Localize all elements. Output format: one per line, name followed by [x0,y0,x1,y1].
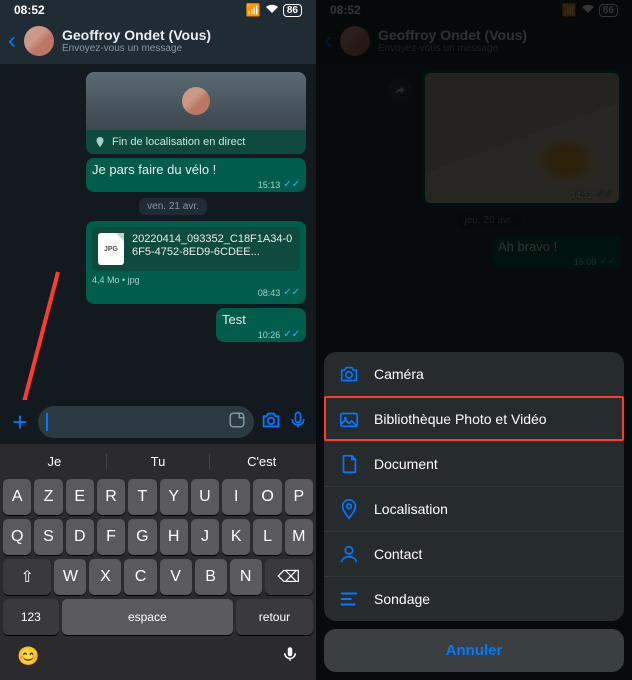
annotation-arrow [6,272,66,400]
suggestion[interactable]: C'est [210,454,313,469]
keyboard-suggestions: Je Tu C'est [3,448,313,475]
message-time: 15:13 [258,180,281,190]
attachment-menu: Caméra Bibliothèque Photo et Vidéo Docum… [324,352,624,621]
message-time: 08:43 [258,288,281,298]
menu-label: Bibliothèque Photo et Vidéo [374,411,547,427]
menu-item-photo-library[interactable]: Bibliothèque Photo et Vidéo [324,396,624,441]
message-text: Test [222,312,246,327]
menu-label: Document [374,456,438,472]
key-g[interactable]: G [128,519,156,555]
key-a[interactable]: A [3,479,31,515]
location-map-preview [86,72,306,130]
menu-label: Caméra [374,366,424,382]
contact-name[interactable]: Geoffroy Ondet (Vous) [62,27,211,43]
numeric-key[interactable]: 123 [3,599,59,635]
key-m[interactable]: M [285,519,313,555]
read-ticks-icon: ✓✓ [283,329,300,340]
signal-icon: 📶 [246,3,261,17]
status-time: 08:52 [14,3,45,17]
return-key[interactable]: retour [236,599,313,635]
key-e[interactable]: E [66,479,94,515]
key-h[interactable]: H [160,519,188,555]
menu-item-location[interactable]: Localisation [324,486,624,531]
key-w[interactable]: W [54,559,86,595]
status-bar: 08:52 📶 86 [0,0,316,20]
battery-indicator: 86 [283,4,302,17]
key-k[interactable]: K [222,519,250,555]
key-u[interactable]: U [191,479,219,515]
document-meta: 4,4 Mo • jpg [92,275,300,285]
key-c[interactable]: C [124,559,156,595]
key-v[interactable]: V [160,559,192,595]
attachment-sheet: Caméra Bibliothèque Photo et Vidéo Docum… [316,344,632,680]
key-b[interactable]: B [195,559,227,595]
wifi-icon [265,3,279,17]
message-text: Je pars faire du vélo ! [92,162,216,177]
backspace-key[interactable]: ⌫ [265,559,313,595]
suggestion[interactable]: Tu [107,454,211,469]
camera-button[interactable] [260,409,282,436]
contact-avatar[interactable] [24,26,54,56]
menu-item-contact[interactable]: Contact [324,531,624,576]
message-bubble[interactable]: Test 10:26✓✓ [216,308,306,342]
cancel-button[interactable]: Annuler [324,629,624,672]
menu-item-poll[interactable]: Sondage [324,576,624,621]
keyboard: Je Tu C'est AZERTYUIOP QSDFGHJKLM ⇧ WXCV… [0,444,316,680]
key-j[interactable]: J [191,519,219,555]
location-bubble[interactable]: Fin de localisation en direct [86,72,306,154]
attach-plus-button[interactable]: + [8,407,32,438]
suggestion[interactable]: Je [3,454,107,469]
back-button[interactable]: ‹ [8,29,16,53]
chat-area[interactable]: Fin de localisation en direct Je pars fa… [0,64,316,400]
read-ticks-icon: ✓✓ [283,287,300,298]
message-bubble[interactable]: Je pars faire du vélo ! 15:13✓✓ [86,158,306,192]
location-ended-row: Fin de localisation en direct [86,130,306,154]
emoji-key[interactable]: 😊 [17,646,39,667]
sticker-icon[interactable] [228,411,246,434]
key-y[interactable]: Y [160,479,188,515]
screenshot-right: 08:52 📶 86 ‹ Geoffroy Ondet (Vous) Envoy… [316,0,632,680]
key-f[interactable]: F [97,519,125,555]
dictation-key[interactable] [281,645,299,668]
document-filename: 20220414_093352_C18F1A34-06F5-4752-8ED9-… [132,233,294,259]
menu-item-camera[interactable]: Caméra [324,352,624,396]
key-t[interactable]: T [128,479,156,515]
shift-key[interactable]: ⇧ [3,559,51,595]
key-n[interactable]: N [230,559,262,595]
key-x[interactable]: X [89,559,121,595]
menu-label: Localisation [374,501,448,517]
key-p[interactable]: P [285,479,313,515]
screenshot-left: 08:52 📶 86 ‹ Geoffroy Ondet (Vous) Envoy… [0,0,316,680]
menu-label: Sondage [374,591,430,607]
chat-header: ‹ Geoffroy Ondet (Vous) Envoyez-vous un … [0,20,316,64]
key-q[interactable]: Q [3,519,31,555]
date-separator: ven. 21 avr. [139,198,207,215]
message-input[interactable] [38,406,254,438]
file-type-icon: JPG [98,233,124,265]
read-ticks-icon: ✓✓ [283,179,300,190]
key-r[interactable]: R [97,479,125,515]
key-o[interactable]: O [253,479,281,515]
key-i[interactable]: I [222,479,250,515]
text-caret [46,413,48,431]
key-s[interactable]: S [34,519,62,555]
space-key[interactable]: espace [62,599,233,635]
menu-item-document[interactable]: Document [324,441,624,486]
input-row: + [0,400,316,444]
menu-label: Contact [374,546,422,562]
key-z[interactable]: Z [34,479,62,515]
message-time: 10:26 [258,330,281,340]
mic-button[interactable] [288,410,308,435]
contact-subtitle: Envoyez-vous un message [62,43,211,55]
key-l[interactable]: L [253,519,281,555]
document-bubble[interactable]: JPG 20220414_093352_C18F1A34-06F5-4752-8… [86,221,306,304]
key-d[interactable]: D [66,519,94,555]
